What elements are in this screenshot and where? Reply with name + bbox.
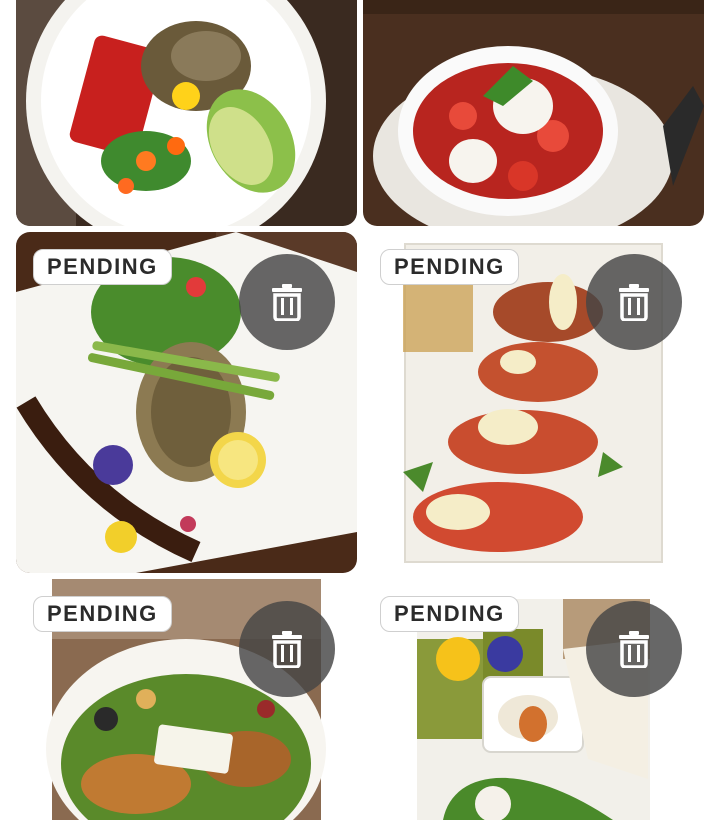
delete-photo-button[interactable]: [239, 254, 335, 350]
trash-icon: [619, 284, 649, 321]
status-badge-label: PENDING: [47, 601, 158, 626]
photo-tile-5[interactable]: PENDING: [16, 579, 357, 820]
pending-status-badge: PENDING: [33, 249, 172, 285]
delete-photo-button[interactable]: [586, 254, 682, 350]
photo-tile-4[interactable]: PENDING: [363, 232, 704, 573]
food-photo-strawberry-bowl: [363, 0, 704, 226]
pending-status-badge: PENDING: [33, 596, 172, 632]
trash-icon: [272, 284, 302, 321]
delete-photo-button[interactable]: [239, 601, 335, 697]
photo-tile-1[interactable]: [16, 0, 357, 226]
trash-icon: [619, 631, 649, 668]
food-photo-beet-avocado-salad: [16, 0, 357, 226]
delete-photo-button[interactable]: [586, 601, 682, 697]
pending-status-badge: PENDING: [380, 596, 519, 632]
trash-icon: [272, 631, 302, 668]
photo-tile-6[interactable]: PENDING: [363, 579, 704, 820]
photo-tile-3[interactable]: PENDING: [16, 232, 357, 573]
status-badge-label: PENDING: [394, 601, 505, 626]
photo-tile-2[interactable]: [363, 0, 704, 226]
status-badge-label: PENDING: [394, 254, 505, 279]
pending-status-badge: PENDING: [380, 249, 519, 285]
status-badge-label: PENDING: [47, 254, 158, 279]
